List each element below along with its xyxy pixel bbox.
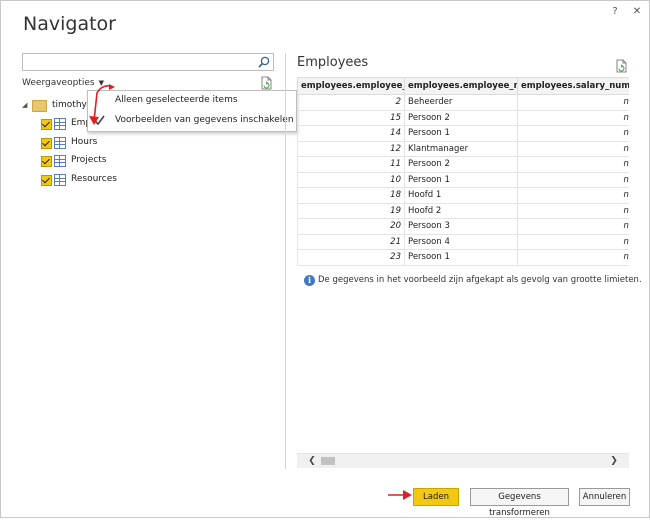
menu-item-selected-only[interactable]: Alleen geselecteerde items <box>88 91 296 110</box>
horizontal-scrollbar[interactable]: ❮ ❯ <box>297 453 629 468</box>
tree-root-label: timothy: <box>52 100 90 110</box>
table-cell: null <box>517 249 629 266</box>
table-cell: null <box>517 233 629 250</box>
table-cell: Hoofd 2 <box>404 202 518 219</box>
table-cell: 12 <box>297 140 405 157</box>
checkbox-hours[interactable] <box>41 138 52 149</box>
column-header[interactable]: employees.salary_number <box>517 77 629 95</box>
table-icon <box>54 174 66 186</box>
table-row: 23Persoon 1null <box>297 249 629 266</box>
menu-item-label: Alleen geselecteerde items <box>115 95 238 105</box>
menu-item-enable-previews[interactable]: Voorbeelden van gegevens inschakelen <box>88 111 296 130</box>
table-cell: Beheerder <box>404 94 518 111</box>
annotation-arrow-icon <box>89 84 115 125</box>
table-cell: 18 <box>297 187 405 204</box>
truncation-notice-text: De gegevens in het voorbeeld zijn afgeka… <box>318 275 642 285</box>
preview-grid: employees.employee_id employees.employee… <box>297 77 629 267</box>
table-cell: null <box>517 202 629 219</box>
table-cell: Persoon 1 <box>404 249 518 266</box>
table-row: 12Klantmanagernull <box>297 140 629 157</box>
folder-icon <box>32 100 47 112</box>
table-cell: 11 <box>297 156 405 173</box>
preview-title: Employees <box>297 55 369 70</box>
table-cell: Persoon 2 <box>404 109 518 126</box>
table-icon <box>54 155 66 167</box>
table-cell: null <box>517 140 629 157</box>
view-options-label: Weergaveopties <box>22 78 95 88</box>
annotation-arrow-icon <box>388 490 412 500</box>
table-cell: null <box>517 187 629 204</box>
table-cell: null <box>517 125 629 142</box>
table-row: 21Persoon 4null <box>297 233 629 250</box>
table-cell: 20 <box>297 218 405 235</box>
table-cell: 14 <box>297 125 405 142</box>
table-cell: 19 <box>297 202 405 219</box>
close-button[interactable]: ✕ <box>629 5 645 19</box>
table-row: 11Persoon 2null <box>297 156 629 173</box>
expand-triangle-icon[interactable]: ◢ <box>22 97 27 113</box>
scroll-left-icon[interactable]: ❮ <box>305 454 319 468</box>
table-row: 20Persoon 3null <box>297 218 629 235</box>
table-row: 10Persoon 1null <box>297 171 629 188</box>
tree-item-label: Projects <box>71 155 107 165</box>
search-input[interactable] <box>22 53 274 71</box>
table-cell: 10 <box>297 171 405 188</box>
cancel-button[interactable]: Annuleren <box>579 488 630 506</box>
tree-item-label: Resources <box>71 174 117 184</box>
table-cell: 2 <box>297 94 405 111</box>
checkbox-employees[interactable] <box>41 119 52 130</box>
table-header-row: employees.employee_id employees.employee… <box>297 77 629 95</box>
navigator-window: Navigator ? ✕ Weergaveopties ▼ ◢ timothy:… <box>0 0 650 518</box>
refresh-icon[interactable] <box>259 76 273 90</box>
menu-item-label: Voorbeelden van gegevens inschakelen <box>115 115 294 125</box>
table-row: 19Hoofd 2null <box>297 202 629 219</box>
table-cell: Persoon 3 <box>404 218 518 235</box>
scrollbar-thumb[interactable] <box>321 457 335 465</box>
table-cell: Hoofd 1 <box>404 187 518 204</box>
table-icon <box>54 118 66 130</box>
refresh-preview-icon[interactable] <box>614 59 628 73</box>
table-cell: Persoon 2 <box>404 156 518 173</box>
load-button[interactable]: Laden <box>413 488 459 506</box>
table-icon <box>54 137 66 149</box>
table-cell: 23 <box>297 249 405 266</box>
search-icon[interactable] <box>257 55 271 69</box>
table-cell: Persoon 1 <box>404 171 518 188</box>
scroll-right-icon[interactable]: ❯ <box>607 454 621 468</box>
checkbox-projects[interactable] <box>41 156 52 167</box>
table-cell: null <box>517 156 629 173</box>
preview-table: employees.employee_id employees.employee… <box>297 77 629 266</box>
table-row: 14Persoon 1null <box>297 125 629 142</box>
info-icon: i <box>304 275 315 286</box>
table-row: 15Persoon 2null <box>297 109 629 126</box>
tree-item-label: Hours <box>71 137 98 147</box>
transform-data-button[interactable]: Gegevens transformeren <box>470 488 569 518</box>
column-header[interactable]: employees.employee_name <box>404 77 518 95</box>
pane-divider[interactable] <box>285 53 286 469</box>
column-header[interactable]: employees.employee_id <box>297 77 405 95</box>
table-row: 2Beheerdernull <box>297 94 629 111</box>
table-cell: 15 <box>297 109 405 126</box>
table-cell: Klantmanager <box>404 140 518 157</box>
checkbox-resources[interactable] <box>41 175 52 186</box>
table-row: 18Hoofd 1null <box>297 187 629 204</box>
table-cell: Persoon 4 <box>404 233 518 250</box>
window-title: Navigator <box>23 13 116 35</box>
table-cell: 21 <box>297 233 405 250</box>
help-button[interactable]: ? <box>607 5 623 19</box>
table-cell: Persoon 1 <box>404 125 518 142</box>
table-cell: null <box>517 218 629 235</box>
table-cell: null <box>517 109 629 126</box>
table-cell: null <box>517 94 629 111</box>
table-cell: null <box>517 171 629 188</box>
